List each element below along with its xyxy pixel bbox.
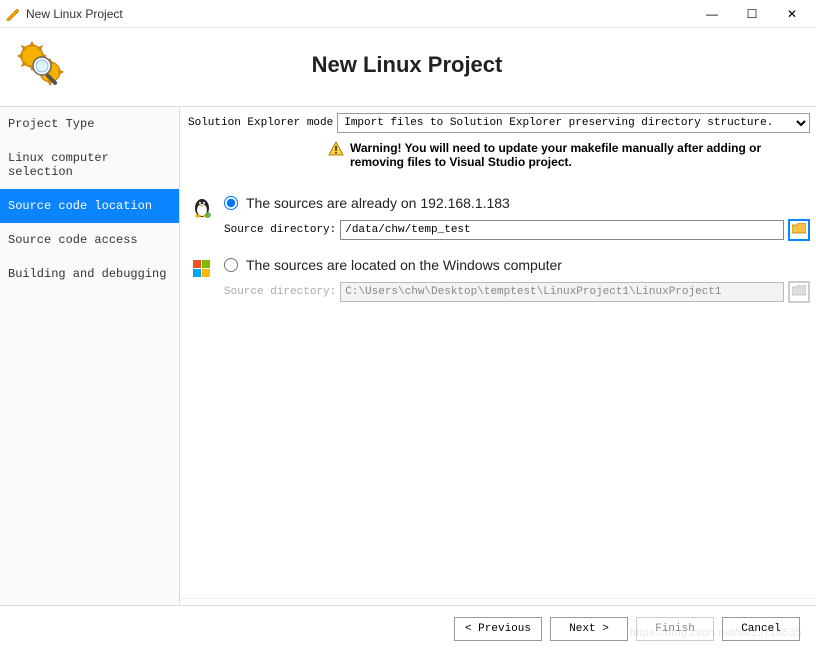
maximize-button[interactable]: ☐: [732, 0, 772, 28]
warning-icon: [328, 141, 344, 157]
wizard-steps-sidebar: Project Type Linux computer selection So…: [0, 107, 180, 605]
linux-dir-row: Source directory:: [224, 219, 810, 241]
gear-magnifier-icon: [14, 38, 68, 92]
option-linux-radio-row[interactable]: The sources are already on 192.168.1.183: [224, 195, 810, 211]
windows-browse-button: [788, 281, 810, 303]
warning-bold: Warning! You will need to update your ma…: [350, 141, 761, 169]
wizard-content: Solution Explorer mode Import files to S…: [180, 107, 816, 605]
windows-flag-icon: [190, 257, 214, 281]
option-linux-label[interactable]: The sources are already on 192.168.1.183: [246, 195, 510, 211]
window-title: New Linux Project: [26, 7, 692, 21]
option-linux-radio[interactable]: [224, 196, 238, 210]
windows-dir-input: [340, 282, 784, 302]
sidebar-item-linux-computer[interactable]: Linux computer selection: [0, 141, 179, 189]
linux-dir-input[interactable]: [340, 220, 784, 240]
cancel-button[interactable]: Cancel: [722, 617, 800, 641]
warning-text: Warning! You will need to update your ma…: [350, 141, 806, 169]
solution-mode-label: Solution Explorer mode: [188, 117, 333, 129]
previous-button[interactable]: < Previous: [454, 617, 542, 641]
option-windows-radio[interactable]: [224, 258, 238, 272]
warning-row: Warning! You will need to update your ma…: [188, 137, 810, 179]
sidebar-item-source-location[interactable]: Source code location: [0, 189, 179, 223]
option-windows-radio-row[interactable]: The sources are located on the Windows c…: [224, 257, 810, 273]
page-title: New Linux Project: [78, 52, 736, 78]
option-windows-block: The sources are located on the Windows c…: [188, 257, 810, 303]
windows-dir-label: Source directory:: [224, 286, 336, 298]
window-buttons: — ☐ ✕: [692, 0, 812, 28]
linux-tux-icon: [190, 195, 214, 219]
linux-browse-button[interactable]: [788, 219, 810, 241]
folder-icon: [792, 285, 806, 300]
titlebar: New Linux Project — ☐ ✕: [0, 0, 816, 28]
option-windows-body: The sources are located on the Windows c…: [224, 257, 810, 303]
sidebar-item-source-access[interactable]: Source code access: [0, 223, 179, 257]
wizard-body: Project Type Linux computer selection So…: [0, 106, 816, 605]
solution-mode-select[interactable]: Import files to Solution Explorer preser…: [337, 113, 810, 133]
option-linux-body: The sources are already on 192.168.1.183…: [224, 195, 810, 241]
option-windows-label[interactable]: The sources are located on the Windows c…: [246, 257, 562, 273]
linux-dir-label: Source directory:: [224, 224, 336, 236]
footer-separator: [180, 598, 816, 601]
sidebar-item-project-type[interactable]: Project Type: [0, 107, 179, 141]
option-linux-block: The sources are already on 192.168.1.183…: [188, 195, 810, 241]
wizard-header: New Linux Project: [0, 28, 816, 106]
windows-dir-row: Source directory:: [224, 281, 810, 303]
folder-icon: [792, 223, 806, 238]
sidebar-item-build-debug[interactable]: Building and debugging: [0, 257, 179, 291]
next-button[interactable]: Next >: [550, 617, 628, 641]
close-button[interactable]: ✕: [772, 0, 812, 28]
solution-mode-row: Solution Explorer mode Import files to S…: [188, 113, 810, 133]
minimize-button[interactable]: —: [692, 0, 732, 28]
app-pencil-icon: [4, 6, 20, 22]
finish-button: Finish: [636, 617, 714, 641]
wizard-footer: < Previous Next > Finish Cancel https://…: [0, 605, 816, 651]
